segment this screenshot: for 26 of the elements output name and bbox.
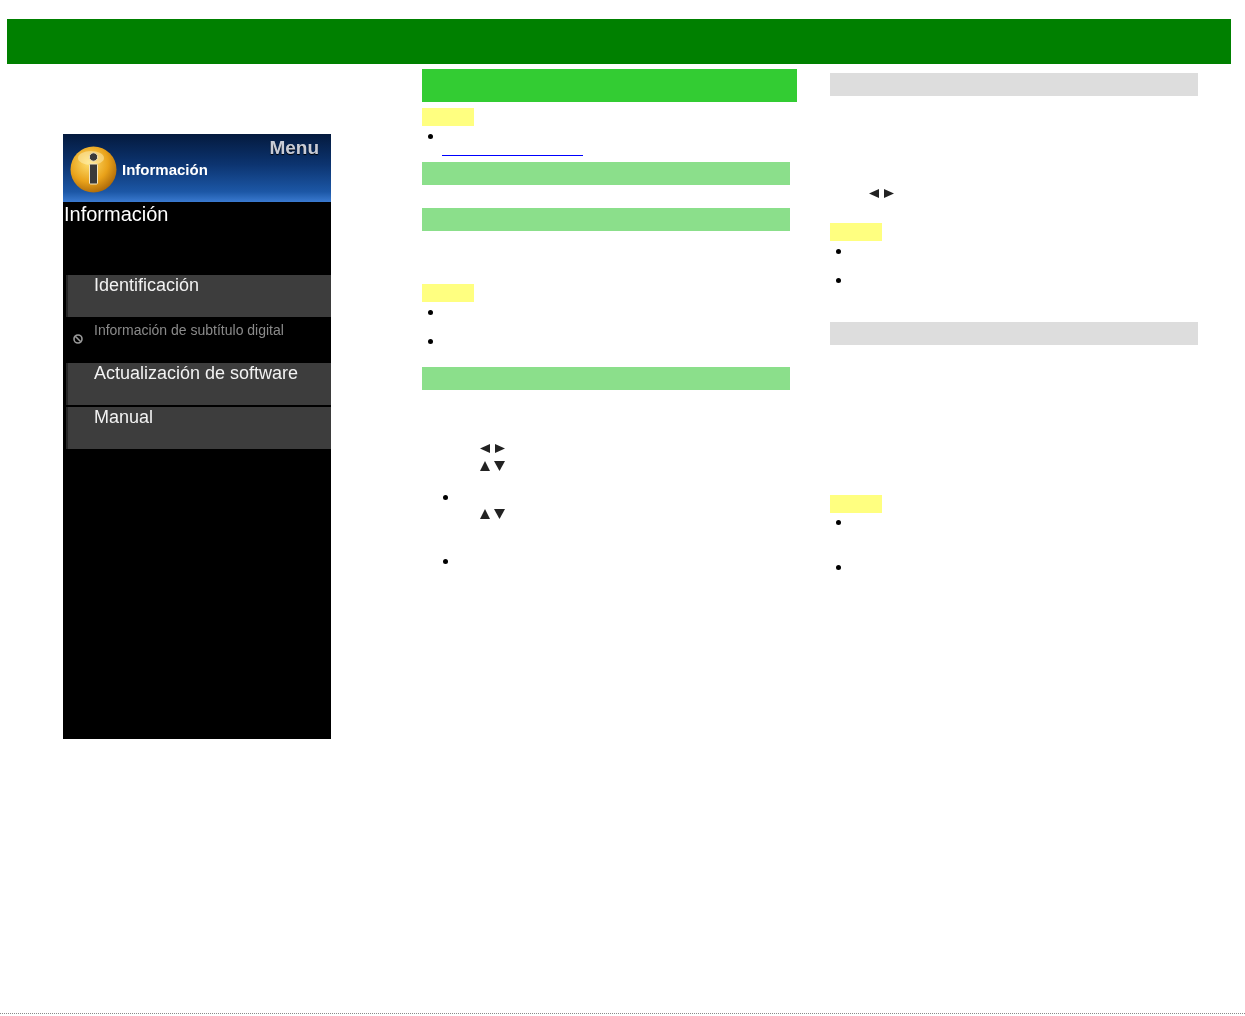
bullet-icon [836,278,841,283]
bullet-icon [443,559,448,564]
menu-item[interactable]: Manual [66,407,331,449]
menu-heading: Información [63,202,170,226]
up-down-arrows-icon [480,509,505,519]
menu-item[interactable]: Identificación [66,275,331,317]
link-underline[interactable] [442,155,583,156]
menu-title: Menu [269,137,319,159]
menu-item[interactable]: Actualización de software [66,363,331,405]
note-tag [830,223,882,241]
bullet-icon [836,520,841,525]
bullet-icon [428,310,433,315]
info-icon [70,146,117,193]
bullet-icon [836,565,841,570]
left-right-arrows-icon [869,189,894,198]
note-tag [422,284,474,302]
note-tag [830,495,882,513]
bullet-icon [428,134,433,139]
left-right-arrows-icon [480,444,505,453]
bullet-icon [443,495,448,500]
bullet-icon [836,249,841,254]
prohibited-icon [73,334,83,344]
note-tag [422,108,474,126]
up-down-arrows-icon [480,461,505,471]
bullet-icon [428,339,433,344]
header-label: Información [122,160,208,179]
